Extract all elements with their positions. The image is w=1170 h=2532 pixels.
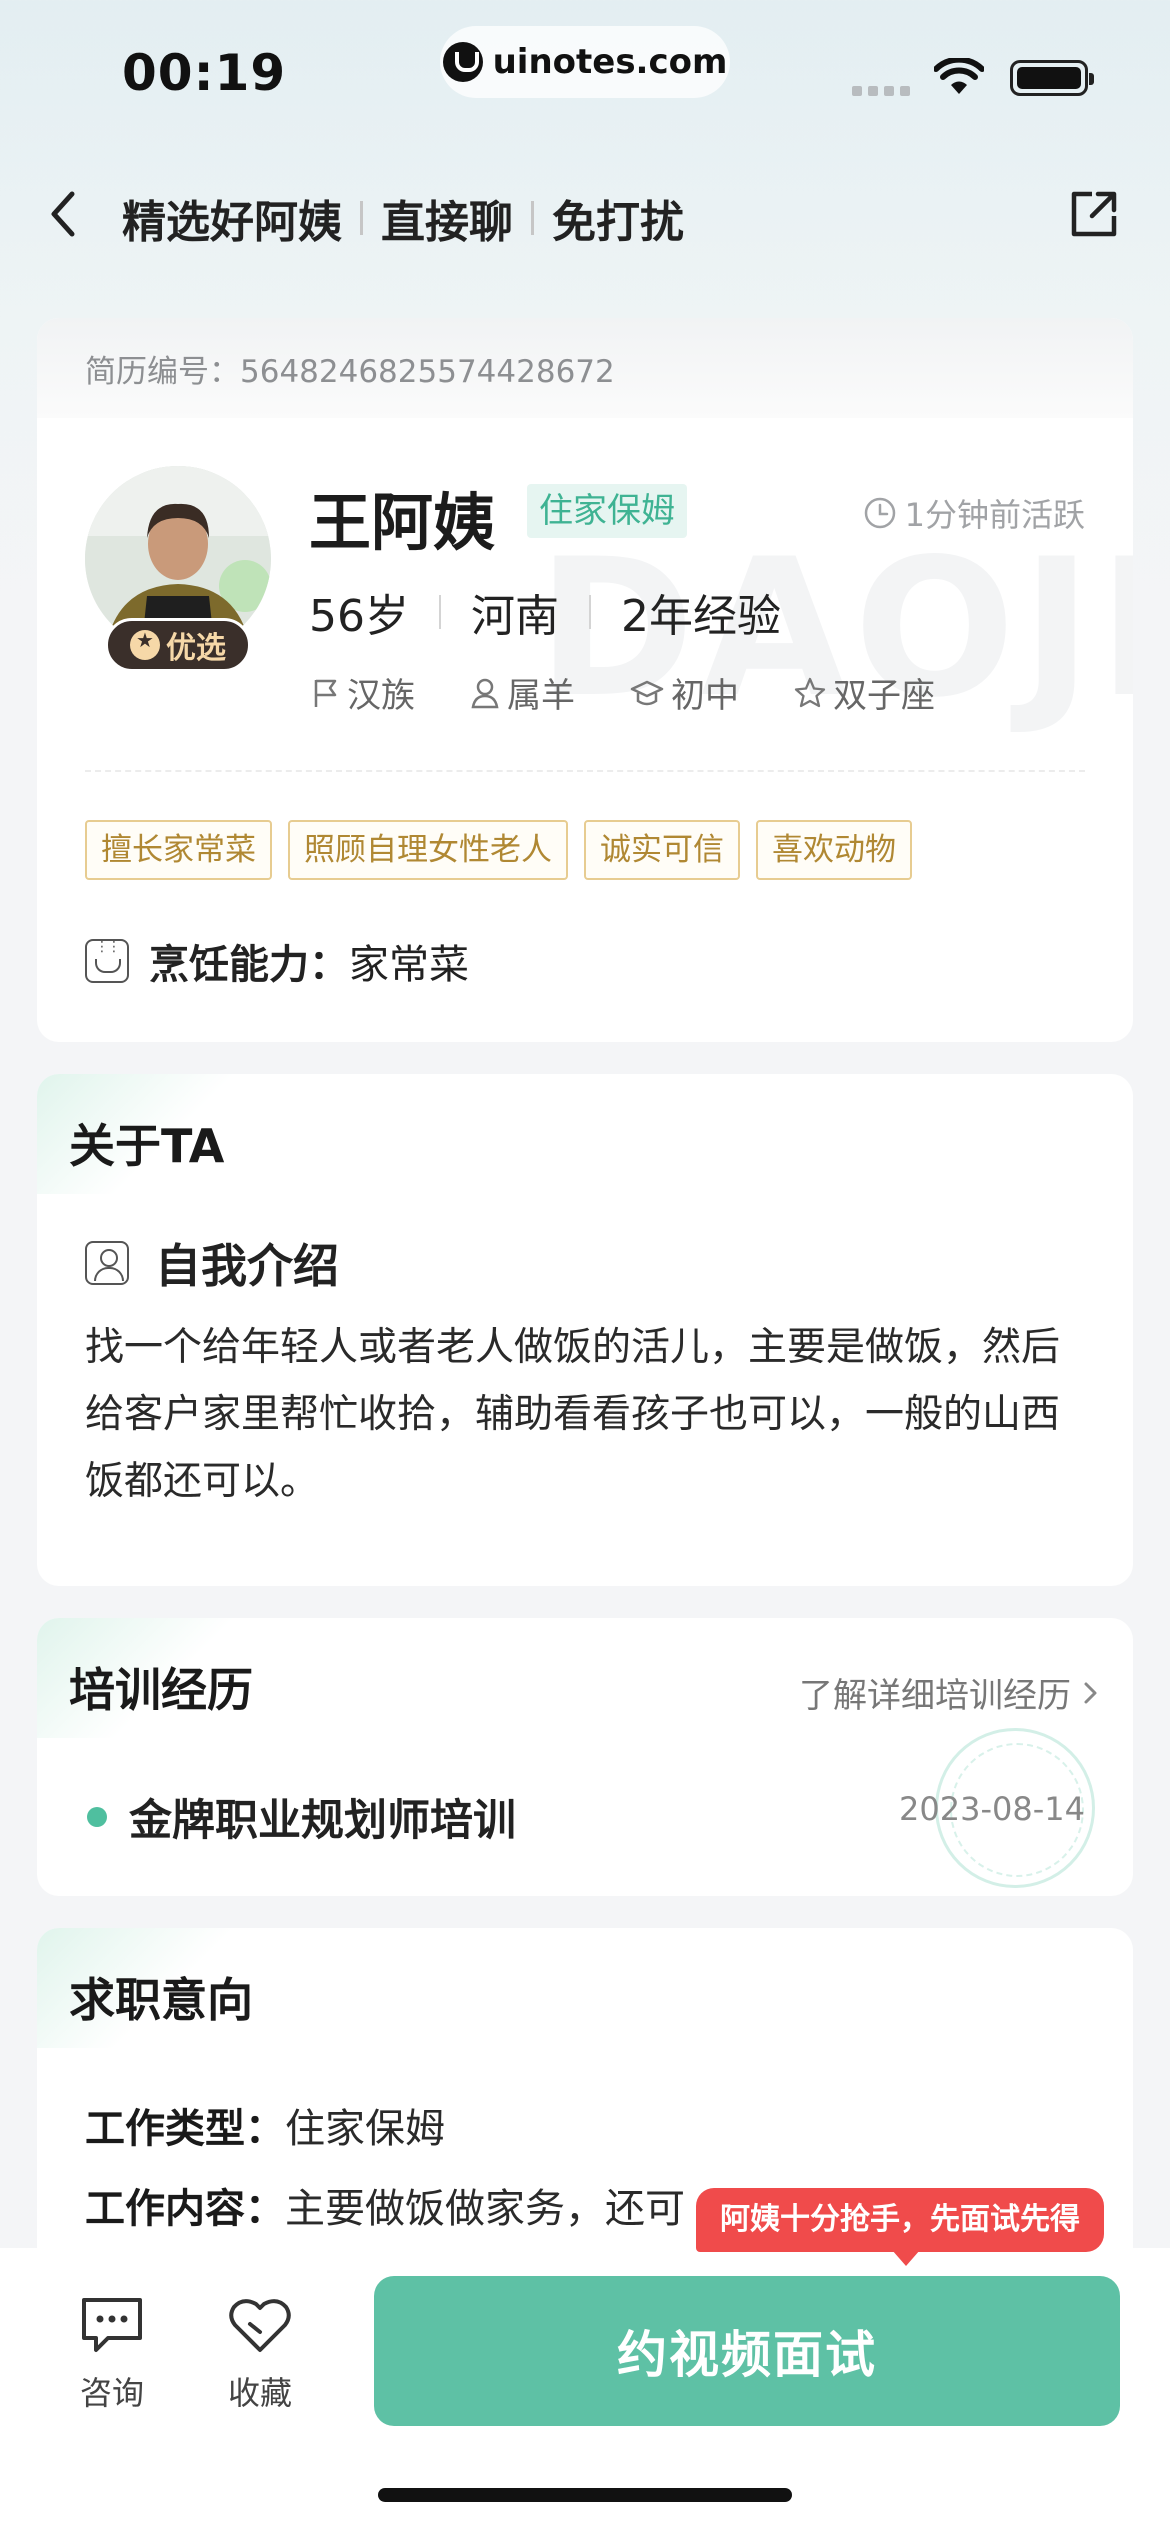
- cooking-label: 烹饪能力：: [149, 942, 349, 988]
- urgency-tooltip: 阿姨十分抢手，先面试先得: [696, 2188, 1104, 2266]
- section-divider: [85, 770, 1085, 772]
- training-item-name: 金牌职业规划师培训: [129, 1796, 516, 1846]
- caregiver-name: 王阿姨: [309, 486, 496, 559]
- skill-tag: 喜欢动物: [756, 820, 912, 880]
- resume-id: 5648246825574428672: [240, 354, 615, 390]
- info-divider: [439, 595, 441, 629]
- bullet-dot-icon: [87, 1807, 107, 1827]
- training-card: 培训经历 了解详细培训经历 金牌职业规划师培训 2023-08-14: [37, 1618, 1133, 1896]
- attribute-label: 汉族: [347, 676, 415, 716]
- consult-button[interactable]: 咨询: [52, 2294, 172, 2414]
- favorite-button[interactable]: 收藏: [200, 2294, 320, 2414]
- consult-label: 咨询: [79, 2374, 144, 2412]
- training-detail-link-label: 了解详细培训经历: [799, 1676, 1071, 1716]
- job-type-label: 工作类型：: [85, 2106, 285, 2152]
- nav-divider: [531, 201, 534, 235]
- cellular-signal-icon: [852, 86, 910, 96]
- attribute-label: 双子座: [833, 676, 935, 716]
- status-bar: 00:19 uinotes.com: [0, 0, 1170, 140]
- nav-title-part: 精选好阿姨: [122, 197, 342, 248]
- job-type-row: 工作类型：住家保姆: [85, 2096, 445, 2154]
- skill-tag: 诚实可信: [584, 820, 740, 880]
- job-content-row: 工作内容：主要做饭做家务，还可: [85, 2176, 685, 2234]
- nav-title-part: 直接聊: [381, 197, 513, 248]
- favorite-label: 收藏: [227, 2374, 292, 2412]
- share-icon[interactable]: [1064, 184, 1124, 244]
- attribute-label: 初中: [671, 676, 739, 716]
- heart-icon: [229, 2299, 291, 2352]
- back-arrow-icon[interactable]: [36, 184, 96, 244]
- attribute-constellation: 双子座: [793, 668, 935, 717]
- uinotes-logo-icon: [442, 42, 483, 82]
- status-time: 00:19: [122, 44, 287, 102]
- video-interview-button[interactable]: 约视频面试: [374, 2276, 1120, 2426]
- nav-title: 精选好阿姨 直接聊 免打扰: [122, 186, 684, 250]
- training-item-date: 2023-08-14: [899, 1790, 1085, 1828]
- training-title: 培训经历: [37, 1618, 437, 1738]
- featured-badge-label: 优选: [166, 631, 226, 666]
- resume-label: 简历编号：: [85, 354, 240, 390]
- profile-card: 简历编号：5648246825574428672 DAOJIA 优选 王阿姨 住…: [37, 318, 1133, 1042]
- skill-tags: 擅长家常菜 照顾自理女性老人 诚实可信 喜欢动物: [85, 820, 912, 880]
- home-indicator[interactable]: [378, 2488, 792, 2502]
- attribute-ethnicity: 汉族: [309, 668, 415, 717]
- url-pill[interactable]: uinotes.com: [440, 26, 730, 98]
- basic-info: 56岁 河南 2年经验: [309, 580, 781, 644]
- attribute-zodiac-year: 属羊: [469, 668, 575, 717]
- featured-badge: 优选: [105, 618, 251, 672]
- cooking-value: 家常菜: [349, 942, 469, 988]
- job-type-tag: 住家保姆: [527, 484, 687, 538]
- active-status-text: 1分钟前活跃: [904, 496, 1085, 534]
- wifi-icon: [934, 58, 984, 94]
- active-status: 1分钟前活跃: [863, 490, 1085, 536]
- experience: 2年经验: [621, 591, 781, 642]
- attribute-education: 初中: [629, 668, 739, 717]
- profile-card-icon: [85, 1241, 129, 1285]
- attribute-list: 汉族 属羊 初中 双子座: [309, 668, 935, 717]
- intro-text: 找一个给年轻人或者老人做饭的活儿，主要是做饭，然后给客户家里帮忙收拾，辅助看看孩…: [85, 1325, 1061, 1504]
- about-title: 关于TA: [37, 1074, 437, 1194]
- info-divider: [589, 595, 591, 629]
- chevron-right-icon: [1084, 1682, 1097, 1703]
- about-card: 关于TA 自我介绍 找一个给年轻人或者老人做饭的活儿，主要是做饭，然后给客户家里…: [37, 1074, 1133, 1586]
- skill-tag: 照顾自理女性老人: [288, 820, 568, 880]
- job-type-value: 住家保姆: [285, 2106, 445, 2152]
- person-outline-icon: [471, 678, 499, 708]
- nav-divider: [360, 201, 363, 235]
- intro-title: 自我介绍: [155, 1239, 339, 1293]
- nav-title-part: 免打扰: [552, 197, 684, 248]
- intro-heading: 自我介绍: [85, 1230, 339, 1296]
- attribute-label: 属羊: [507, 676, 575, 716]
- skill-tag: 擅长家常菜: [85, 820, 272, 880]
- clock-icon: [864, 497, 895, 529]
- graduation-cap-icon: [630, 680, 664, 705]
- url-text: uinotes.com: [492, 42, 728, 82]
- star-badge-icon: [130, 628, 160, 660]
- origin: 河南: [471, 591, 559, 642]
- job-content-value: 主要做饭做家务，还可: [285, 2186, 685, 2232]
- cooking-ability: 烹饪能力：家常菜: [85, 932, 469, 990]
- job-intent-title: 求职意向: [37, 1928, 437, 2048]
- star-outline-icon: [794, 677, 826, 707]
- job-content-label: 工作内容：: [85, 2186, 285, 2232]
- training-detail-link[interactable]: 了解详细培训经历: [799, 1668, 1101, 1717]
- cooking-pot-icon: [85, 939, 129, 983]
- training-item: 金牌职业规划师培训: [87, 1786, 516, 1848]
- age: 56岁: [309, 591, 409, 642]
- battery-icon: [1010, 60, 1094, 96]
- nav-bar: 精选好阿姨 直接聊 免打扰: [0, 170, 1170, 260]
- flag-icon: [314, 679, 337, 707]
- chat-bubble-icon: [82, 2298, 142, 2352]
- resume-id-bar: 简历编号：5648246825574428672: [37, 318, 1133, 418]
